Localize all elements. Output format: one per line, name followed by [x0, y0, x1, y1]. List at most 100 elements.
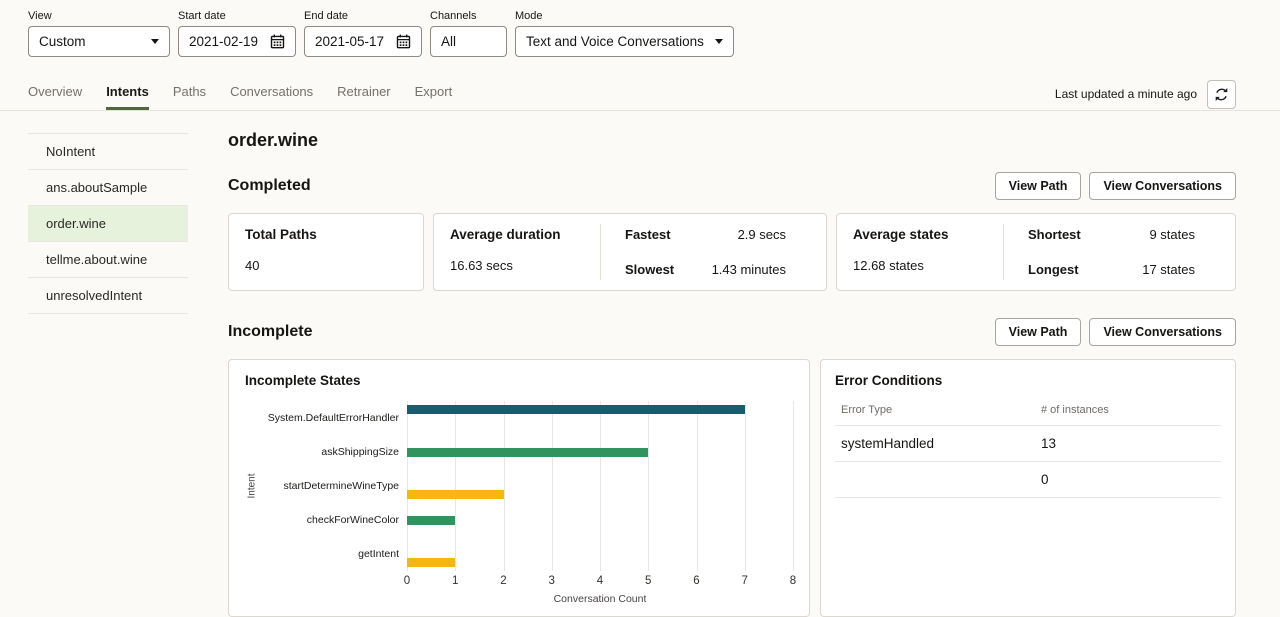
completed-view-path-button[interactable]: View Path	[995, 172, 1082, 200]
x-tick-label: 6	[693, 575, 699, 587]
completed-view-conversations-button[interactable]: View Conversations	[1089, 172, 1236, 200]
chart-bar-startDetermineWineType[interactable]	[407, 490, 504, 499]
view-select[interactable]: Custom	[28, 26, 170, 57]
chart-category-label: checkForWineColor	[259, 503, 407, 537]
start-date-value: 2021-02-19	[189, 34, 262, 49]
x-axis-ticks: 012345678	[407, 575, 793, 590]
average-duration-value: 16.63 secs	[450, 258, 584, 273]
chart-bar-askShippingSize[interactable]	[407, 448, 648, 457]
end-date-input[interactable]: 2021-05-17	[304, 26, 422, 57]
intent-list: NoIntentans.aboutSampleorder.winetellme.…	[28, 133, 188, 617]
completed-actions: View Path View Conversations	[995, 172, 1236, 200]
x-tick-label: 1	[452, 575, 458, 587]
fastest-row: Fastest 2.9 secs	[625, 227, 786, 242]
channels-input[interactable]: All	[430, 26, 507, 57]
channels-value: All	[441, 34, 496, 49]
x-tick-label: 4	[597, 575, 603, 587]
average-states-value: 12.68 states	[853, 258, 987, 273]
page-title: order.wine	[228, 130, 1236, 151]
view-label: View	[28, 10, 170, 22]
tab-paths[interactable]: Paths	[173, 78, 206, 110]
shortest-label: Shortest	[1028, 227, 1081, 242]
chart-category-labels: System.DefaultErrorHandleraskShippingSiz…	[259, 401, 407, 571]
chart-category-label: System.DefaultErrorHandler	[259, 401, 407, 435]
tab-retrainer[interactable]: Retrainer	[337, 78, 390, 110]
incomplete-section-head: Incomplete View Path View Conversations	[228, 318, 1236, 346]
start-date-input[interactable]: 2021-02-19	[178, 26, 296, 57]
sidebar-item-order.wine[interactable]: order.wine	[28, 206, 188, 242]
sidebar-item-NoIntent[interactable]: NoIntent	[28, 134, 188, 170]
sidebar-item-ans.aboutSample[interactable]: ans.aboutSample	[28, 170, 188, 206]
tab-conversations[interactable]: Conversations	[230, 78, 313, 110]
mode-label: Mode	[515, 10, 734, 22]
view-value: Custom	[39, 34, 141, 49]
slowest-row: Slowest 1.43 minutes	[625, 262, 786, 277]
x-tick-label: 7	[742, 575, 748, 587]
duration-card: Average duration 16.63 secs Fastest 2.9 …	[433, 213, 827, 291]
total-paths-value: 40	[245, 258, 407, 273]
x-tick-label: 2	[500, 575, 506, 587]
gridline	[455, 401, 456, 571]
sidebar-item-unresolvedIntent[interactable]: unresolvedIntent	[28, 278, 188, 314]
gridline	[648, 401, 649, 571]
chart-category-label: getIntent	[259, 537, 407, 571]
refresh-icon	[1214, 87, 1229, 102]
longest-value: 17 states	[1142, 262, 1195, 277]
completed-stat-cards: Total Paths 40 Average duration 16.63 se…	[228, 213, 1236, 291]
mode-value: Text and Voice Conversations	[526, 34, 705, 49]
chart-plot	[407, 401, 793, 571]
error-table-header: Error Type# of instances	[835, 404, 1221, 426]
shortest-row: Shortest 9 states	[1028, 227, 1195, 242]
incomplete-states-chart: Intent System.DefaultErrorHandleraskShip…	[245, 401, 793, 571]
tab-list: Overview Intents Paths Conversations Retrain…	[28, 78, 1055, 110]
states-extremes: Shortest 9 states Longest 17 states	[1004, 214, 1235, 290]
end-date-label: End date	[304, 10, 422, 22]
refresh-button[interactable]	[1207, 80, 1236, 109]
chart-category-label: askShippingSize	[259, 435, 407, 469]
fastest-label: Fastest	[625, 227, 671, 242]
calendar-icon[interactable]	[270, 34, 285, 49]
average-states-label: Average states	[853, 227, 987, 242]
average-duration-label: Average duration	[450, 227, 584, 242]
start-date-filter: Start date 2021-02-19	[178, 10, 296, 57]
channels-filter: Channels All	[430, 10, 507, 57]
calendar-icon[interactable]	[396, 34, 411, 49]
chart-bar-System.DefaultErrorHandler[interactable]	[407, 405, 745, 414]
y-axis-title: Intent	[245, 401, 259, 571]
chart-bar-getIntent[interactable]	[407, 558, 455, 567]
average-duration: Average duration 16.63 secs	[434, 214, 600, 290]
total-paths-card: Total Paths 40	[228, 213, 424, 291]
main-panel: order.wine Completed View Path View Conv…	[228, 133, 1236, 617]
chevron-down-icon	[151, 39, 159, 44]
incomplete-heading: Incomplete	[228, 323, 312, 341]
error-column-header: Error Type	[841, 404, 1041, 416]
error-conditions-title: Error Conditions	[835, 373, 1221, 388]
gridline	[407, 401, 408, 571]
incomplete-view-path-button[interactable]: View Path	[995, 318, 1082, 346]
error-type-cell: systemHandled	[841, 436, 1041, 451]
tab-export[interactable]: Export	[415, 78, 453, 110]
shortest-value: 9 states	[1149, 227, 1195, 242]
incomplete-states-card: Incomplete States Intent System.DefaultE…	[228, 359, 810, 617]
chart-title: Incomplete States	[245, 373, 793, 388]
x-axis-title: Conversation Count	[407, 593, 793, 605]
gridline	[793, 401, 794, 571]
gridline	[600, 401, 601, 571]
incomplete-view-conversations-button[interactable]: View Conversations	[1089, 318, 1236, 346]
states-card: Average states 12.68 states Shortest 9 s…	[836, 213, 1236, 291]
tab-overview[interactable]: Overview	[28, 78, 82, 110]
chevron-down-icon	[715, 39, 723, 44]
mode-select[interactable]: Text and Voice Conversations	[515, 26, 734, 57]
channels-label: Channels	[430, 10, 507, 22]
sidebar-item-tellme.about.wine[interactable]: tellme.about.wine	[28, 242, 188, 278]
error-instances-cell: 13	[1041, 436, 1056, 451]
tab-intents[interactable]: Intents	[106, 78, 149, 110]
completed-heading: Completed	[228, 177, 311, 195]
gridline	[697, 401, 698, 571]
error-conditions-card: Error Conditions Error Type# of instance…	[820, 359, 1236, 617]
error-instances-cell: 0	[1041, 472, 1049, 487]
chart-bar-checkForWineColor[interactable]	[407, 516, 455, 525]
x-tick-label: 5	[645, 575, 651, 587]
x-tick-label: 3	[549, 575, 555, 587]
error-table-body: systemHandled13 0	[835, 426, 1221, 498]
